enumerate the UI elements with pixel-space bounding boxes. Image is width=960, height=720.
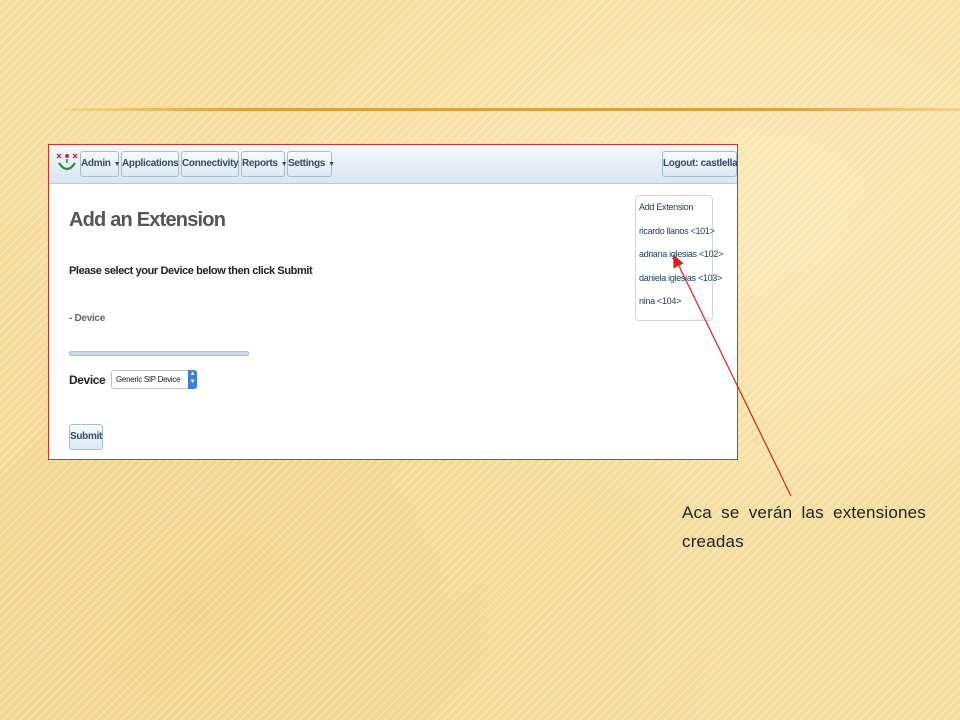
annotation-text: Aca se verán las extensiones creadas <box>682 503 926 551</box>
annotation-arrow <box>673 254 792 497</box>
